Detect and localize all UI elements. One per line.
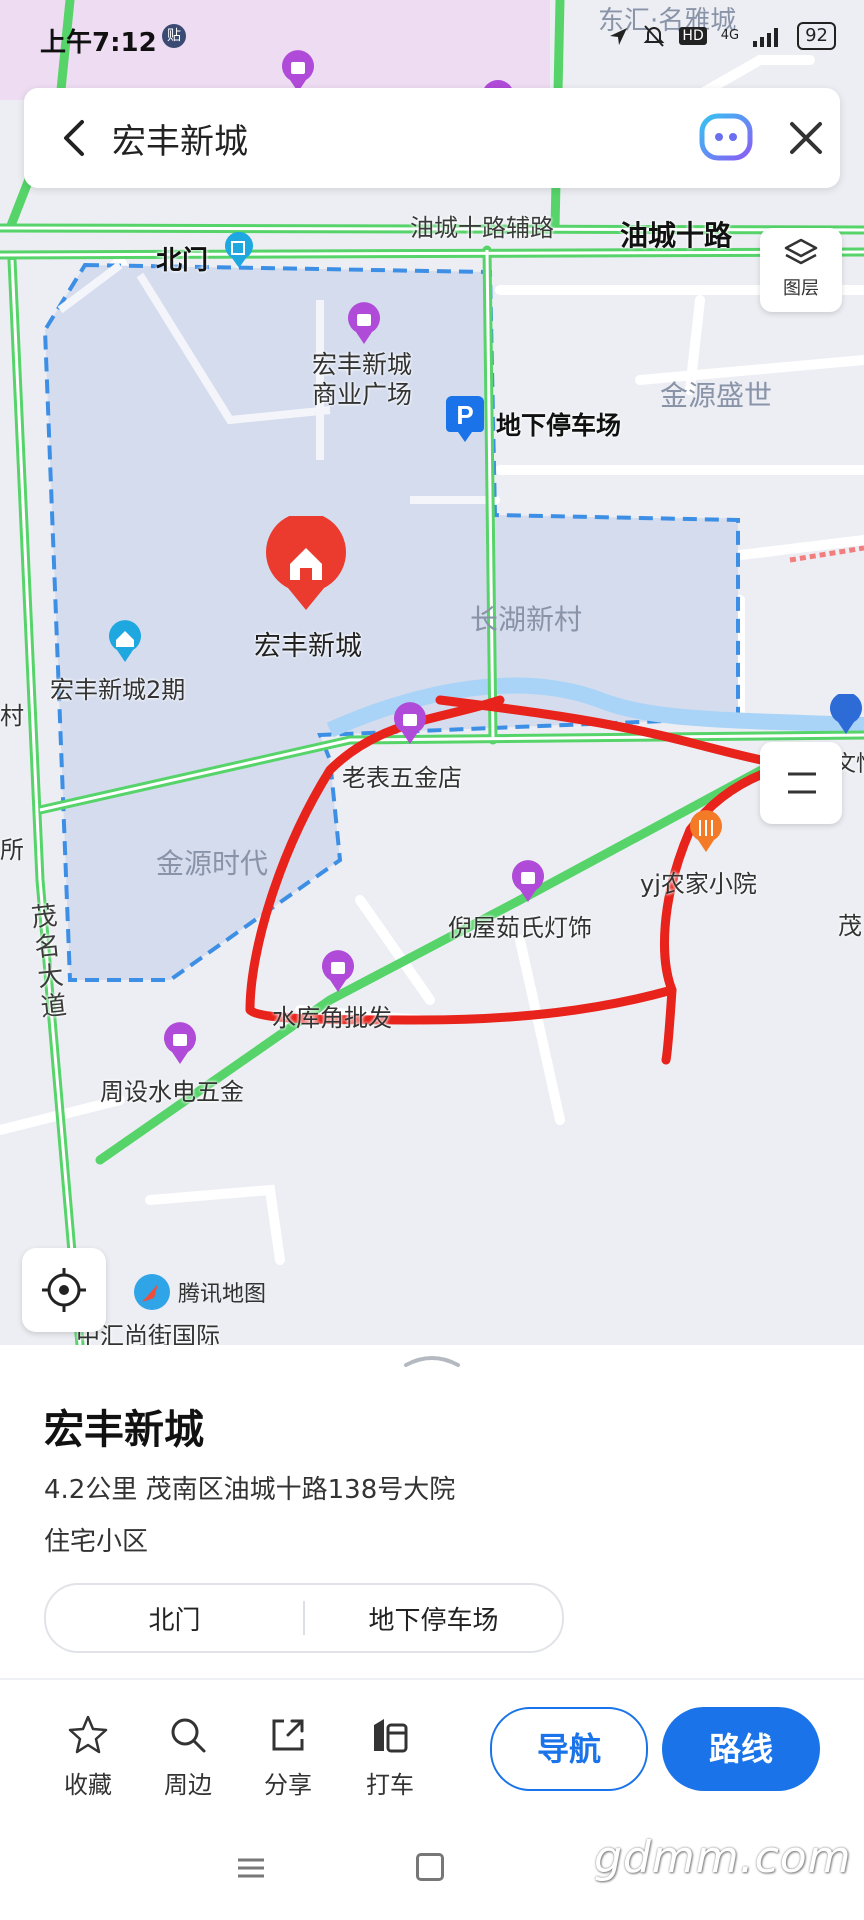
- entrance-parking[interactable]: 地下停车场: [305, 1600, 562, 1637]
- poi-zhoushe-label[interactable]: 周设水电五金: [100, 1072, 244, 1107]
- exit-pin-icon[interactable]: [222, 232, 256, 270]
- place-address: 4.2公里 茂南区油城十路138号大院: [44, 1475, 456, 1505]
- nearby-button[interactable]: 周边: [148, 1711, 228, 1800]
- entrance-north-gate[interactable]: 北门: [46, 1600, 303, 1637]
- voice-assistant-icon[interactable]: [696, 108, 756, 168]
- watermark: gdmm.com: [594, 1832, 852, 1883]
- poi-yj-label[interactable]: yj农家小院: [640, 864, 757, 899]
- search-query[interactable]: 宏丰新城: [112, 114, 248, 163]
- layers-label: 图层: [783, 278, 819, 299]
- shop-pin-icon[interactable]: [318, 948, 358, 994]
- action-bar: 收藏 周边 分享 打车 导航 路线: [0, 1705, 864, 1825]
- taxi-icon: [374, 1719, 408, 1753]
- phase2-label[interactable]: 宏丰新城2期: [50, 670, 185, 705]
- star-icon: [68, 1715, 108, 1754]
- entrance-selector[interactable]: 北门 地下停车场: [44, 1583, 564, 1653]
- edge-label-left-2: 所: [0, 836, 24, 864]
- poi-laobiao-label[interactable]: 老表五金店: [342, 758, 462, 793]
- location-arrow-icon: [610, 28, 628, 45]
- shop-pin-icon[interactable]: [344, 300, 384, 346]
- edge-label-left-1: 村: [0, 702, 24, 730]
- parking-label[interactable]: 地下停车场: [496, 406, 621, 442]
- close-icon[interactable]: [784, 112, 828, 164]
- battery-indicator: 92: [797, 22, 836, 50]
- edge-label-right-1: 茂: [838, 912, 862, 940]
- nearby-label: 周边: [164, 1771, 212, 1799]
- area-label-jinyuan-shidai: 金源时代: [156, 847, 269, 880]
- residential-pin-icon[interactable]: [105, 618, 145, 664]
- share-icon: [272, 1719, 304, 1751]
- tencent-map-logo: 腾讯地图: [132, 1272, 266, 1312]
- shop-pin-icon[interactable]: [390, 700, 430, 746]
- poi-niwu-label[interactable]: 倪屋茹氏灯饰: [448, 908, 592, 943]
- signal-icon: [753, 28, 779, 47]
- home-icon[interactable]: [416, 1853, 444, 1881]
- parking-pin-icon[interactable]: P: [446, 396, 484, 444]
- target-label[interactable]: 宏丰新城: [254, 624, 362, 663]
- sheet-divider: [0, 1678, 864, 1680]
- road-label-youcheng: 油城十路: [620, 219, 733, 252]
- taxi-label: 打车: [366, 1771, 414, 1799]
- favorite-label: 收藏: [64, 1771, 112, 1799]
- place-name: 宏丰新城: [44, 1407, 204, 1453]
- status-time: 上午7:12: [40, 28, 157, 58]
- shop-pin-icon[interactable]: [160, 1020, 200, 1066]
- hd-icon: HD: [679, 27, 707, 45]
- notification-badge-icon: 贴: [162, 24, 186, 48]
- area-label-changhu: 长湖新村: [470, 603, 583, 636]
- drag-handle-icon[interactable]: [402, 1353, 462, 1367]
- list-toggle-button[interactable]: [760, 742, 842, 824]
- back-arrow-icon[interactable]: [54, 116, 94, 160]
- svg-text:P: P: [456, 400, 473, 430]
- map-view[interactable]: P 东汇·名雅城 油城十路辅路 油城十路 北门 宏丰新城 商业广场 地下停车场 …: [0, 0, 864, 1345]
- search-icon: [171, 1718, 206, 1753]
- status-bar: 上午7:12 贴 HD 4G 92: [0, 0, 864, 78]
- bookstore-pin-icon[interactable]: [828, 694, 864, 736]
- list-icon: [788, 772, 816, 794]
- navigate-button[interactable]: 导航: [490, 1707, 648, 1791]
- share-label: 分享: [264, 1771, 312, 1799]
- poi-shuiku-label[interactable]: 水库角批发: [272, 998, 392, 1033]
- tencent-map-logo-icon: [134, 1274, 170, 1310]
- north-gate-label[interactable]: 北门: [156, 240, 208, 277]
- share-button[interactable]: 分享: [248, 1711, 328, 1800]
- target-location-pin-icon[interactable]: [264, 516, 348, 612]
- mute-bell-icon: [644, 25, 665, 47]
- restaurant-pin-icon[interactable]: [686, 808, 726, 854]
- locate-icon: [42, 1268, 86, 1312]
- layers-button[interactable]: 图层: [760, 228, 842, 312]
- my-location-button[interactable]: [22, 1248, 106, 1332]
- layers-icon: [784, 238, 818, 265]
- route-button[interactable]: 路线: [662, 1707, 820, 1791]
- network-label: 4G: [720, 28, 740, 43]
- road-label-youcheng-fulu: 油城十路辅路: [410, 214, 554, 242]
- place-category: 住宅小区: [44, 1527, 149, 1557]
- area-label-jinyuan-shengshi: 金源盛世: [660, 379, 773, 412]
- menu-icon[interactable]: [238, 1857, 264, 1879]
- favorite-button[interactable]: 收藏: [48, 1711, 128, 1800]
- search-bar[interactable]: 宏丰新城: [24, 88, 840, 188]
- logo-text: 腾讯地图: [178, 1282, 267, 1307]
- taxi-button[interactable]: 打车: [350, 1711, 430, 1800]
- shop-pin-icon[interactable]: [508, 858, 548, 904]
- mall-label[interactable]: 宏丰新城 商业广场: [312, 350, 412, 410]
